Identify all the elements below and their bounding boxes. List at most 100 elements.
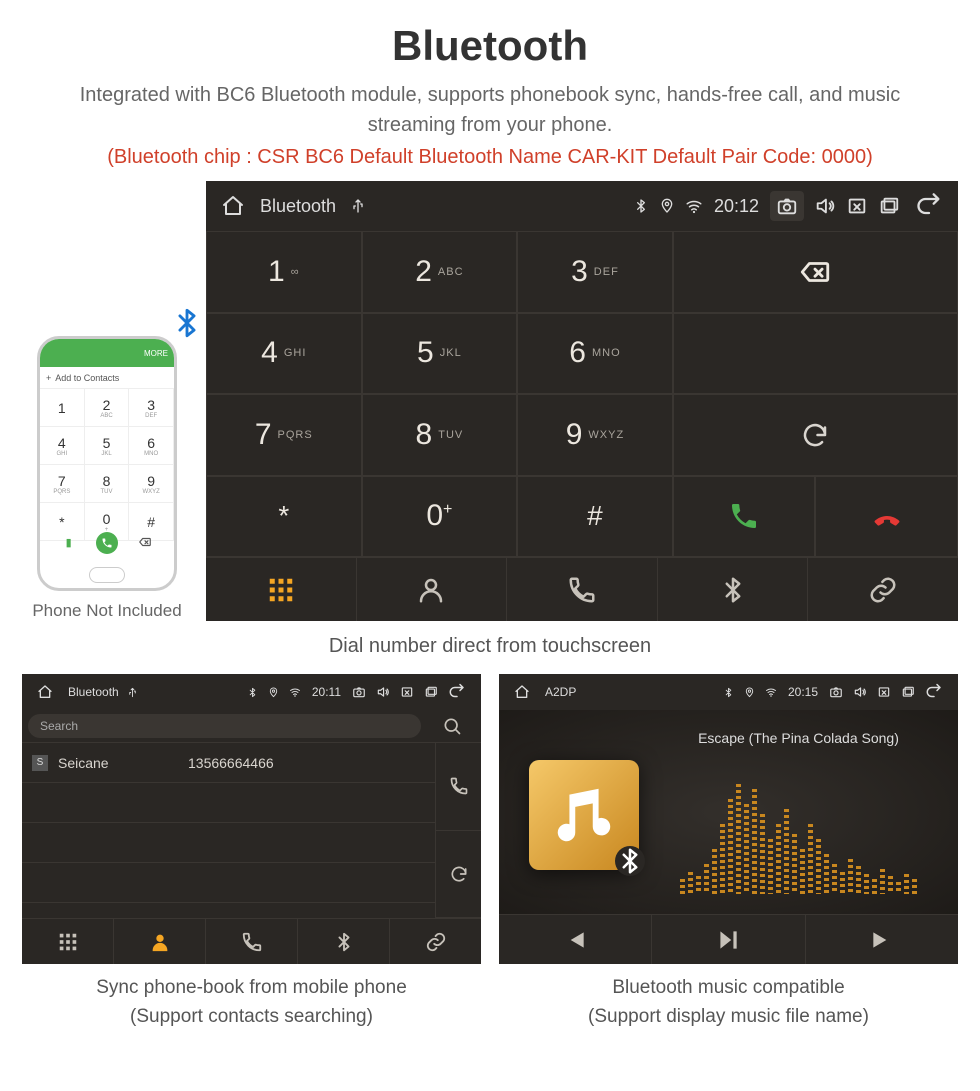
music-caption: Bluetooth music compatible (Support disp… [499, 974, 958, 1031]
location-icon [744, 687, 755, 698]
phone-mock-key: 7PQRS [40, 465, 85, 503]
call-icon [96, 532, 118, 554]
contact-name: Seicane [58, 755, 188, 771]
dialer-caption: Dial number direct from touchscreen [0, 621, 980, 674]
dial-key-8[interactable]: 8TUV [362, 394, 518, 476]
volume-icon[interactable] [853, 685, 867, 699]
bottom-nav [22, 918, 481, 964]
status-bar: Bluetooth 20:11 [22, 674, 481, 710]
phone-mock-add-contacts: + Add to Contacts [40, 367, 174, 389]
song-title: Escape (The Pina Colada Song) [659, 730, 938, 746]
home-icon[interactable] [514, 684, 530, 700]
search-input[interactable]: Search [28, 714, 421, 738]
nav-call-log[interactable] [206, 919, 298, 964]
dialer-panel: Bluetooth 20:12 1∞2ABC3DEF 4GHI5JKL6MNO 7P… [206, 181, 958, 621]
recents-icon[interactable] [901, 685, 915, 699]
hangup-button[interactable] [815, 476, 958, 558]
back-icon[interactable] [915, 192, 943, 220]
backspace-button[interactable] [673, 231, 958, 313]
backspace-icon [135, 532, 155, 552]
next-track-button[interactable] [806, 915, 958, 964]
music-panel: A2DP 20:15 Escape (The Pina Colada Song) [499, 674, 958, 964]
phone-mock-key: 9WXYZ [129, 465, 174, 503]
volume-icon[interactable] [814, 195, 836, 217]
contact-row[interactable]: S Seicane 13566664466 [22, 743, 435, 783]
phone-mock-key: 8TUV [85, 465, 130, 503]
music-controls [499, 914, 958, 964]
screenshot-icon[interactable] [770, 191, 804, 221]
phone-mock-column: MORE + Add to Contacts 12ABC3DEF4GHI5JKL… [22, 336, 192, 621]
phone-mock-key: 3DEF [129, 389, 174, 427]
contact-row-empty [22, 863, 435, 903]
back-icon[interactable] [448, 683, 466, 701]
usb-icon [127, 687, 138, 698]
close-window-icon[interactable] [846, 195, 868, 217]
refresh-contacts-icon[interactable] [436, 831, 481, 919]
prev-track-button[interactable] [499, 915, 652, 964]
clock: 20:11 [312, 685, 341, 699]
bluetooth-status-icon [723, 687, 734, 698]
usb-icon [350, 198, 366, 214]
close-window-icon[interactable] [400, 685, 414, 699]
nav-call-log[interactable] [507, 558, 658, 621]
dial-key-4[interactable]: 4GHI [206, 313, 362, 395]
contacts-list: S Seicane 13566664466 [22, 743, 435, 918]
dial-key-5[interactable]: 5JKL [362, 313, 518, 395]
contact-row-empty [22, 823, 435, 863]
screenshot-icon[interactable] [352, 685, 366, 699]
empty-cell [673, 313, 958, 395]
dial-key-7[interactable]: 7PQRS [206, 394, 362, 476]
home-icon[interactable] [37, 684, 53, 700]
bluetooth-icon [170, 306, 204, 349]
app-title: Bluetooth [260, 196, 336, 217]
phone-mock-key: 5JKL [85, 427, 130, 465]
recents-icon[interactable] [878, 195, 900, 217]
status-bar: Bluetooth 20:12 [206, 181, 958, 231]
album-art [529, 760, 639, 870]
bottom-nav [206, 557, 958, 621]
video-call-icon: ▮ [59, 532, 79, 552]
dial-key-#[interactable]: # [517, 476, 673, 558]
dial-key-0[interactable]: 0+ [362, 476, 518, 558]
nav-contacts[interactable] [114, 919, 206, 964]
contact-row-empty [22, 783, 435, 823]
nav-bluetooth[interactable] [658, 558, 809, 621]
home-icon[interactable] [221, 194, 245, 218]
play-pause-button[interactable] [652, 915, 805, 964]
location-icon [659, 198, 675, 214]
bluetooth-badge-icon [615, 846, 645, 876]
nav-pair[interactable] [808, 558, 958, 621]
nav-contacts[interactable] [357, 558, 508, 621]
nav-bluetooth[interactable] [298, 919, 390, 964]
nav-dialpad[interactable] [206, 558, 357, 621]
volume-icon[interactable] [376, 685, 390, 699]
close-window-icon[interactable] [877, 685, 891, 699]
dial-key-1[interactable]: 1∞ [206, 231, 362, 313]
phone-mock-key: 6MNO [129, 427, 174, 465]
nav-pair[interactable] [390, 919, 481, 964]
dial-key-*[interactable]: * [206, 476, 362, 558]
dial-key-6[interactable]: 6MNO [517, 313, 673, 395]
clock: 20:12 [714, 196, 759, 217]
phonebook-panel: Bluetooth 20:11 Search S Seicane 1356666… [22, 674, 481, 964]
phone-mock-header: MORE [40, 339, 174, 367]
call-contact-icon[interactable] [436, 743, 481, 831]
equalizer-visual [659, 770, 938, 894]
dial-key-3[interactable]: 3DEF [517, 231, 673, 313]
dial-key-2[interactable]: 2ABC [362, 231, 518, 313]
recents-icon[interactable] [424, 685, 438, 699]
back-icon[interactable] [925, 683, 943, 701]
screenshot-icon[interactable] [829, 685, 843, 699]
spec-line: (Bluetooth chip : CSR BC6 Default Blueto… [0, 146, 980, 181]
dial-key-9[interactable]: 9WXYZ [517, 394, 673, 476]
bluetooth-status-icon [633, 198, 649, 214]
phone-mock-key: 4GHI [40, 427, 85, 465]
search-icon[interactable] [429, 716, 475, 736]
phone-mock-more: MORE [144, 349, 168, 358]
call-button[interactable] [673, 476, 816, 558]
bluetooth-status-icon [247, 687, 258, 698]
app-title: Bluetooth [68, 685, 119, 699]
intro-text: Integrated with BC6 Bluetooth module, su… [0, 70, 980, 146]
nav-dialpad[interactable] [22, 919, 114, 964]
refresh-button[interactable] [673, 394, 958, 476]
